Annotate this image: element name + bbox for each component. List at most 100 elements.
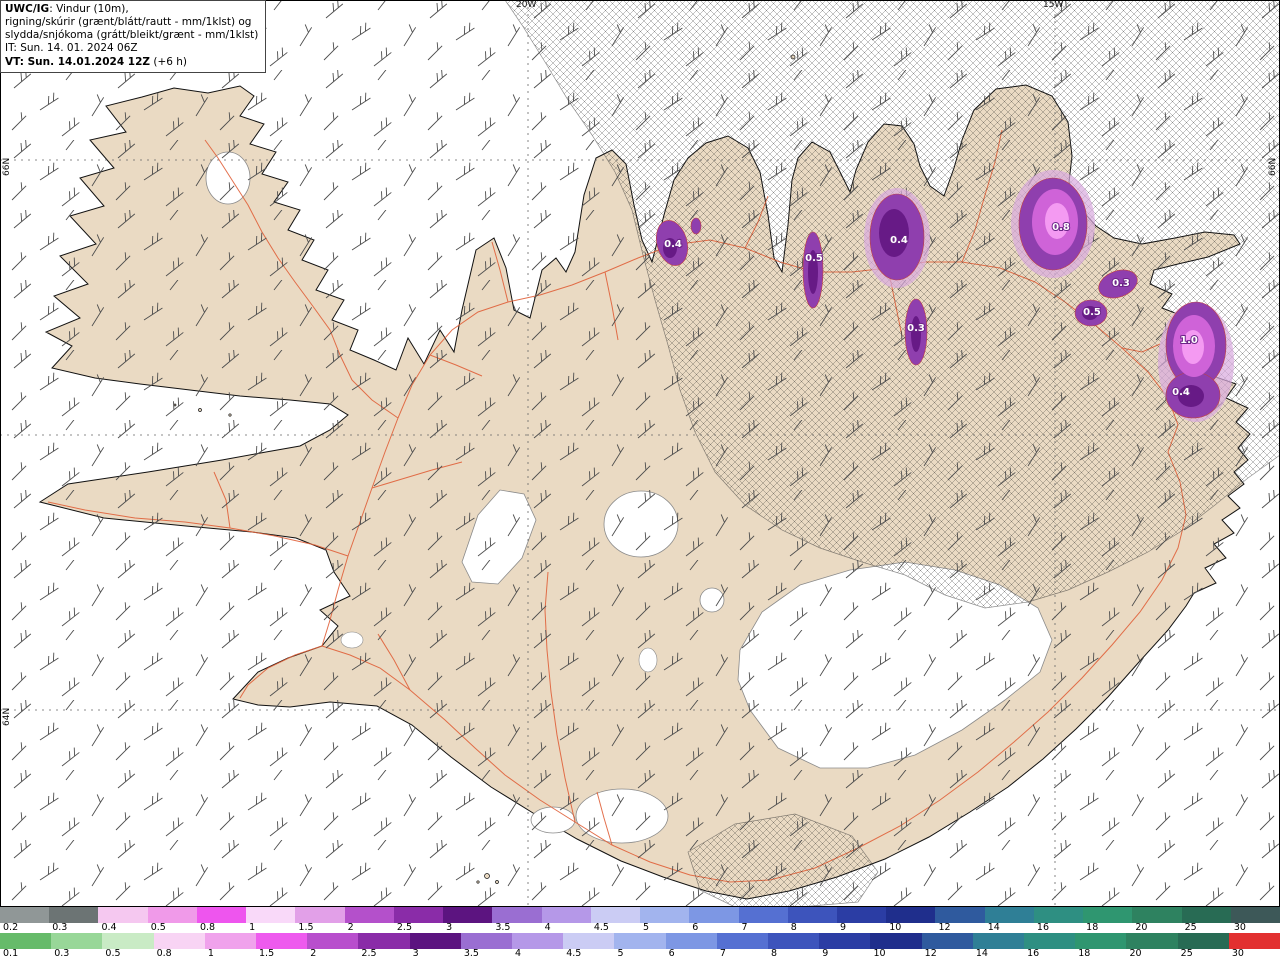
colorbar-label: 25 — [1184, 922, 1197, 933]
colorbar-label: 1.5 — [298, 922, 314, 933]
colorbar-label: 4.5 — [593, 922, 609, 933]
colorbar-label: 4 — [515, 948, 522, 959]
colorbar-label: 2 — [310, 948, 317, 959]
colorbar-label: 3 — [412, 948, 419, 959]
colorbar-cell — [0, 933, 52, 949]
colorbar-label: 8 — [771, 948, 778, 959]
colorbar-label: 12 — [924, 948, 937, 959]
colorbar-label: 30 — [1231, 948, 1244, 959]
colorbar-cell — [49, 907, 99, 923]
lon-label-15w: 15W — [1043, 0, 1064, 10]
colorbar-cell — [640, 907, 690, 923]
snow-colorbar — [0, 907, 1280, 923]
colorbar-label: 5 — [643, 922, 650, 933]
colorbar-label: 6 — [692, 922, 699, 933]
colorbar-cell — [358, 933, 410, 949]
colorbar-cell — [563, 933, 615, 949]
colorbar-cell — [307, 933, 359, 949]
colorbar-cell — [1230, 907, 1280, 923]
colorbar-cell — [921, 933, 973, 949]
colorbar-cell — [344, 907, 394, 923]
colorbar-cell — [1181, 907, 1231, 923]
colorbar-label: 0.5 — [150, 922, 166, 933]
colorbar-label: 2.5 — [361, 948, 377, 959]
colorbar-cell — [1228, 933, 1280, 949]
colorbar-label: 7 — [741, 922, 748, 933]
precip-value-label: 0.5 — [1083, 307, 1101, 318]
map-area: 0.4 0.5 0.4 0.3 0.8 0.3 0.5 1.0 0.4 UWC/… — [0, 0, 1280, 907]
colorbar-label: 3 — [446, 922, 453, 933]
precip-value-label: 0.4 — [890, 235, 908, 246]
snow-colorbar-labels: 0.2 0.3 0.4 0.5 0.8 1 1.5 2 2.5 3 3.5 4 4.5 5 6 7 8 9 10 12… — [0, 923, 1280, 933]
wind-barbs-layer — [0, 0, 1280, 907]
colorbar-label: 12 — [938, 922, 951, 933]
colorbar-cell — [1132, 907, 1182, 923]
colorbar-label: 9 — [839, 922, 847, 933]
colorbar-cell — [836, 907, 887, 923]
colorbar-label: 4 — [544, 922, 551, 933]
colorbar-cell — [51, 933, 103, 949]
colorbar-label: 18 — [1086, 922, 1099, 933]
colorbar-cell — [819, 933, 871, 949]
colorbar-label: 20 — [1135, 922, 1148, 933]
lat-label-66n-right: 66N — [1268, 157, 1278, 176]
colorbar-label: 2 — [347, 922, 354, 933]
colorbar-cell — [147, 907, 197, 923]
colorbar-label: 10 — [889, 922, 902, 933]
colorbar-cell — [886, 907, 936, 923]
colorbar-cell — [665, 933, 717, 949]
colorbar-cell — [541, 907, 591, 923]
colorbar-cell — [689, 907, 739, 923]
colorbar-cell — [102, 933, 154, 949]
colorbar-cell — [246, 907, 296, 923]
colorbar-label: 14 — [975, 948, 988, 959]
colorbar-label: 5 — [617, 948, 624, 959]
precip-cell — [1045, 203, 1069, 239]
colorbar-label: 2.5 — [396, 922, 412, 933]
precip-cell — [690, 217, 702, 235]
lat-label-64n-left: 64N — [2, 707, 12, 726]
colorbar-cell — [1033, 907, 1084, 923]
colorbar-label: 10 — [873, 948, 886, 959]
colorbar-cell — [443, 907, 493, 923]
colorbar-cell — [1024, 933, 1076, 949]
precip-cell — [911, 316, 921, 352]
colorbar-cell — [984, 907, 1034, 923]
weather-map: 0.4 0.5 0.4 0.3 0.8 0.3 0.5 1.0 0.4 — [0, 0, 1280, 907]
colorbar-label: 8 — [790, 922, 797, 933]
colorbar-label: 0.5 — [105, 948, 121, 959]
colorbar-label: 3.5 — [495, 922, 511, 933]
colorbar-cell — [870, 933, 922, 949]
legend-line2: rigning/skúrir (grænt/blátt/rautt - mm/1… — [5, 16, 252, 29]
colorbar-cell — [768, 933, 820, 949]
rain-colorbar-labels: 0.1 0.3 0.5 0.8 1 1.5 2 2.5 3 3.5 4 4.5 5 6 7 8 9 10 12 14 1… — [0, 949, 1280, 960]
colorbar-label: 1.5 — [259, 948, 275, 959]
colorbar-cell — [98, 907, 148, 923]
colorbar-label: 0.8 — [156, 948, 172, 959]
colorbar-label: 0.8 — [199, 922, 216, 933]
colorbar-label: 16 — [1027, 948, 1040, 959]
colorbar-label: 0.2 — [3, 922, 19, 933]
colorbar-cell — [393, 907, 444, 923]
colorbar-cell — [512, 933, 564, 949]
colorbar-cell — [935, 907, 985, 923]
precip-value-label: 0.5 — [805, 253, 823, 264]
colorbar-cell — [590, 907, 641, 923]
legend-line1: : Vindur (10m), — [49, 3, 129, 15]
precip-value-label: 0.3 — [1112, 278, 1130, 289]
colorbar-cell — [1177, 933, 1229, 949]
colorbar-label: 4.5 — [566, 948, 582, 959]
colorbar-label: 1 — [207, 948, 214, 959]
colorbar-cell — [460, 933, 513, 949]
colorbar-cell — [738, 907, 788, 923]
colorbar-label: 1 — [249, 922, 256, 933]
colorbar-label: 20 — [1129, 948, 1142, 959]
colorbar-label: 16 — [1036, 922, 1050, 933]
colorbar-label: 18 — [1078, 948, 1091, 959]
colorbar-cell — [1126, 933, 1178, 949]
colorbar-cell — [492, 907, 542, 923]
map-legend: UWC/IG: Vindur (10m), rigning/skúrir (gr… — [0, 0, 267, 73]
colorbar-cell — [256, 933, 308, 949]
legend-valid-time: VT: Sun. 14.01.2024 12Z — [5, 55, 151, 68]
colorbar-label: 0.4 — [101, 922, 117, 933]
